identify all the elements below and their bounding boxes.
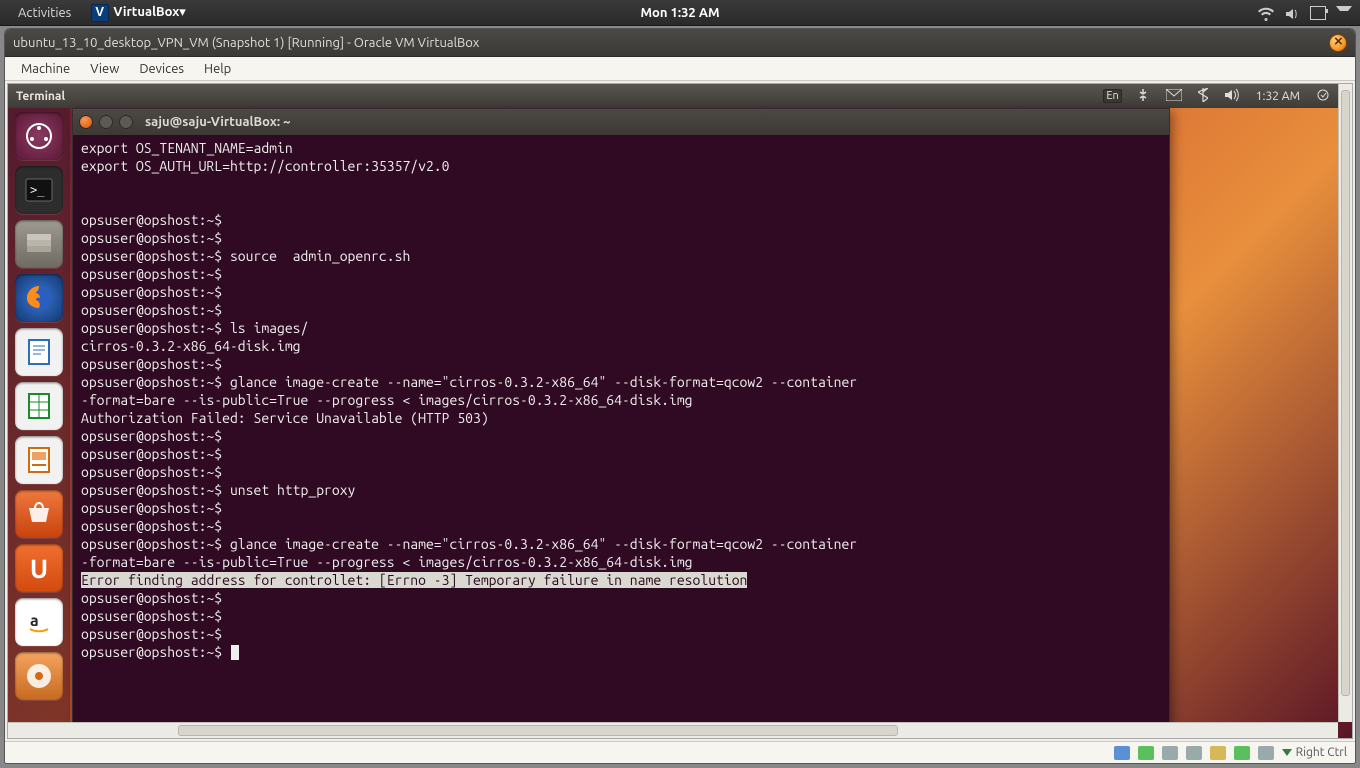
status-mouse-icon[interactable]	[1258, 746, 1274, 760]
scrollbar-thumb[interactable]	[178, 725, 898, 736]
hostkey-arrow-icon	[1282, 749, 1292, 756]
close-button[interactable]	[1329, 34, 1347, 52]
impress-icon[interactable]	[15, 436, 63, 484]
virtualbox-icon	[91, 4, 109, 22]
keyboard-indicator[interactable]: En	[1103, 89, 1121, 103]
vb-titlebar[interactable]: ubuntu_13_10_desktop_VPN_VM (Snapshot 1)…	[5, 29, 1355, 57]
session-icon[interactable]	[1314, 88, 1332, 105]
network-icon[interactable]	[1134, 88, 1152, 105]
firefox-icon[interactable]	[15, 274, 63, 322]
mail-icon[interactable]	[1164, 89, 1184, 104]
guest-top-panel: Terminal En 1:32 AM	[8, 84, 1338, 108]
menu-devices[interactable]: Devices	[129, 62, 194, 76]
scrollbar-thumb[interactable]	[1341, 90, 1350, 696]
guest-app-title: Terminal	[14, 90, 65, 103]
rhythmbox-icon[interactable]	[15, 652, 63, 700]
files-icon[interactable]	[15, 220, 63, 268]
host-clock[interactable]: Mon 1:32 AM	[640, 6, 719, 20]
system-menu-icon[interactable]	[1336, 6, 1352, 20]
host-key-indicator[interactable]: Right Ctrl	[1282, 746, 1347, 759]
svg-text:>_: >_	[30, 183, 45, 197]
wifi-icon[interactable]	[1258, 6, 1274, 20]
calc-icon[interactable]	[15, 382, 63, 430]
terminal-output[interactable]: export OS_TENANT_NAME=admin export OS_AU…	[73, 135, 1169, 739]
status-display-icon[interactable]	[1210, 746, 1226, 760]
software-center-icon[interactable]	[15, 490, 63, 538]
terminal-title: saju@saju-VirtualBox: ~	[145, 115, 291, 129]
dash-icon[interactable]	[15, 112, 63, 160]
host-top-panel: Activities VirtualBox▾ Mon 1:32 AM	[0, 0, 1360, 26]
amazon-icon[interactable]: a	[15, 598, 63, 646]
vb-statusbar: Right Ctrl	[5, 741, 1355, 763]
guest-volume-icon[interactable]	[1222, 88, 1242, 105]
menu-machine[interactable]: Machine	[11, 62, 80, 76]
term-minimize-icon[interactable]	[99, 115, 113, 129]
writer-icon[interactable]	[15, 328, 63, 376]
menu-view[interactable]: View	[80, 62, 129, 76]
bluetooth-icon[interactable]	[1196, 88, 1210, 105]
battery-icon[interactable]	[1310, 6, 1326, 20]
terminal-window[interactable]: saju@saju-VirtualBox: ~ export OS_TENANT…	[72, 108, 1170, 739]
term-maximize-icon[interactable]	[119, 115, 133, 129]
virtualbox-window: ubuntu_13_10_desktop_VPN_VM (Snapshot 1)…	[4, 28, 1356, 764]
host-key-label: Right Ctrl	[1296, 746, 1347, 759]
status-cd-icon[interactable]	[1138, 746, 1154, 760]
vb-menubar: Machine View Devices Help	[5, 57, 1355, 81]
virtualbox-app-menu[interactable]: VirtualBox▾	[81, 4, 196, 22]
terminal-titlebar[interactable]: saju@saju-VirtualBox: ~	[73, 109, 1169, 135]
viewport-vscrollbar[interactable]	[1338, 84, 1352, 722]
vm-framebuffer[interactable]: Terminal En 1:32 AM >_ U a	[7, 83, 1353, 739]
viewport-hscrollbar[interactable]	[8, 722, 1338, 738]
unity-launcher: >_ U a	[8, 108, 70, 722]
activities-button[interactable]: Activities	[8, 6, 81, 20]
status-net-icon[interactable]	[1234, 746, 1250, 760]
ubuntu-one-icon[interactable]: U	[15, 544, 63, 592]
guest-clock[interactable]: 1:32 AM	[1254, 90, 1302, 103]
status-shared-icon[interactable]	[1186, 746, 1202, 760]
volume-icon[interactable]	[1284, 6, 1300, 20]
app-menu-label: VirtualBox▾	[113, 5, 186, 20]
menu-help[interactable]: Help	[194, 62, 241, 76]
status-hd-icon[interactable]	[1114, 746, 1130, 760]
vb-window-title: ubuntu_13_10_desktop_VPN_VM (Snapshot 1)…	[13, 36, 479, 50]
svg-text:a: a	[30, 612, 39, 630]
terminal-launcher-icon[interactable]: >_	[15, 166, 63, 214]
term-close-icon[interactable]	[79, 115, 93, 129]
status-usb-icon[interactable]	[1162, 746, 1178, 760]
